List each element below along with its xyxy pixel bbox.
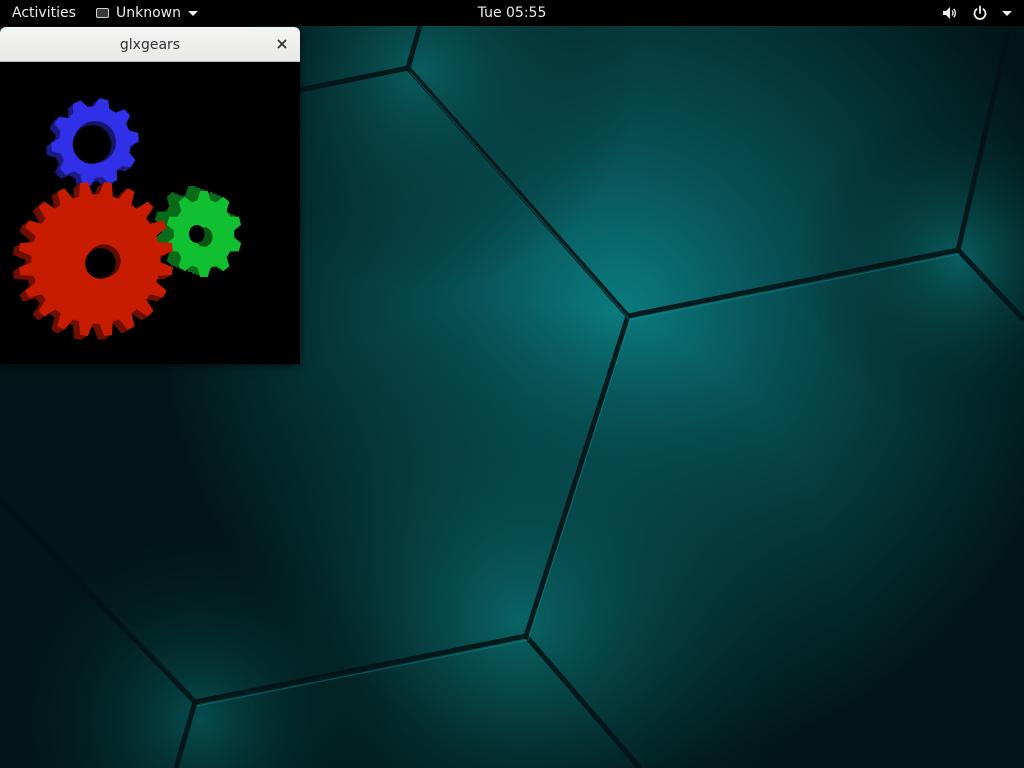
gears-render bbox=[13, 98, 242, 340]
power-icon bbox=[972, 5, 988, 21]
glxgears-window[interactable]: glxgears bbox=[0, 27, 300, 364]
clock-button[interactable]: Tue 05:55 bbox=[478, 5, 547, 21]
blue-gear bbox=[46, 98, 139, 190]
red-gear bbox=[13, 182, 173, 340]
window-titlebar[interactable]: glxgears bbox=[0, 27, 300, 62]
system-menu-caret-icon bbox=[1002, 10, 1012, 16]
app-menu-label: Unknown bbox=[116, 5, 181, 21]
top-bar: Activities Unknown Tue 05:55 bbox=[0, 0, 1024, 26]
close-icon bbox=[277, 39, 287, 49]
desktop: Activities Unknown Tue 05:55 glxgears bbox=[0, 0, 1024, 768]
system-menu-button[interactable] bbox=[942, 0, 1012, 26]
app-menu-button[interactable]: Unknown bbox=[96, 0, 198, 26]
activities-label: Activities bbox=[12, 5, 76, 21]
chevron-down-icon bbox=[188, 10, 198, 16]
green-gear bbox=[154, 186, 242, 277]
close-button[interactable] bbox=[274, 36, 290, 52]
volume-icon bbox=[942, 5, 958, 21]
gl-canvas[interactable] bbox=[0, 62, 300, 364]
window-title: glxgears bbox=[119, 36, 181, 53]
activities-button[interactable]: Activities bbox=[12, 0, 76, 26]
app-window-icon bbox=[96, 8, 109, 18]
